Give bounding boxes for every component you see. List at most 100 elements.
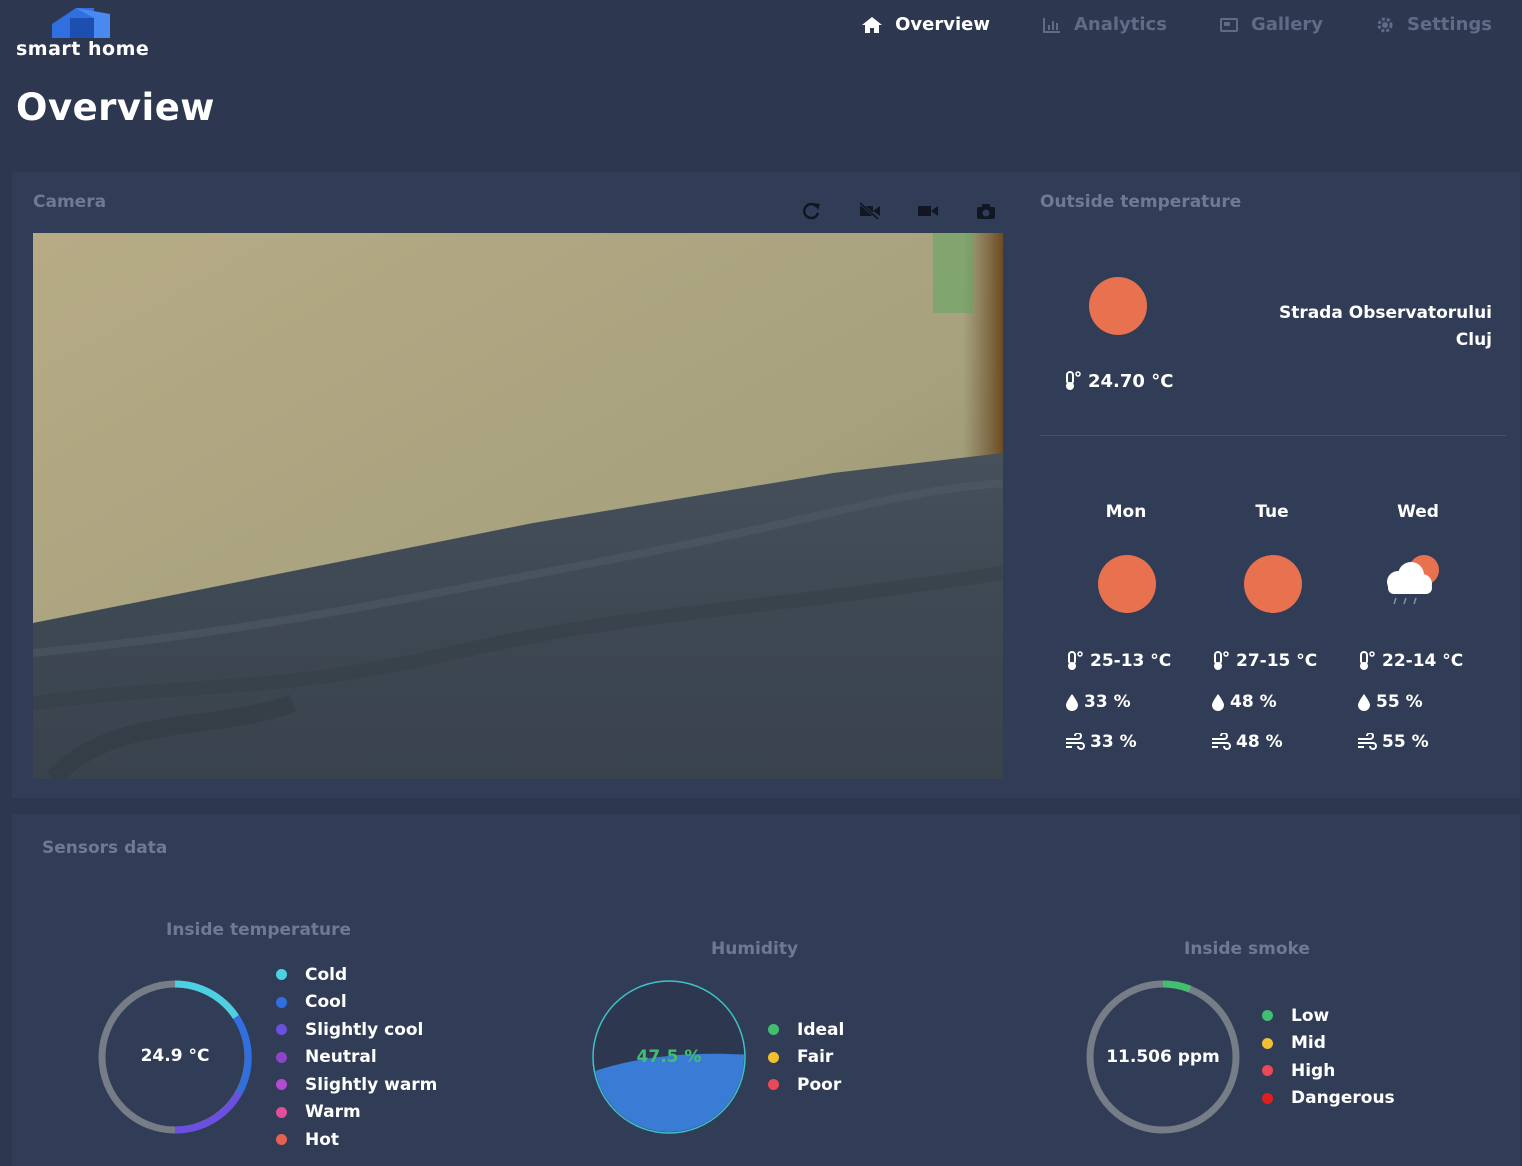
sun-icon: [1244, 555, 1302, 613]
cloud-sun-icon: [1387, 555, 1439, 605]
legend-item-hot: Hot: [276, 1126, 437, 1154]
logo-text: smart home: [16, 38, 150, 60]
forecast-wind: 33 %: [1064, 732, 1137, 752]
forecast-wind-value: 33 %: [1090, 732, 1137, 752]
legend-dot: [276, 1051, 287, 1063]
forecast-humidity-value: 48 %: [1230, 692, 1277, 712]
forecast-temp-value: 22-14 °C: [1382, 651, 1464, 671]
legend-dot: [1262, 1092, 1273, 1104]
droplet-icon: [1066, 694, 1078, 711]
forecast-day-name: Tue: [1255, 502, 1289, 522]
legend-label: Low: [1291, 1005, 1330, 1026]
legend-label: Dangerous: [1291, 1088, 1395, 1109]
forecast-temp: 25-13 °C: [1064, 650, 1171, 672]
legend-label: Warm: [305, 1102, 361, 1123]
legend-item-slightly-cool: Slightly cool: [276, 1016, 437, 1044]
camera-image: [33, 233, 1003, 779]
nav-settings-label: Settings: [1407, 14, 1492, 35]
inside-smoke-title: Inside smoke: [1184, 939, 1310, 959]
gallery-icon: [1219, 17, 1238, 32]
video-off-icon: [859, 202, 880, 220]
refresh-button[interactable]: [798, 200, 826, 222]
legend-label: Fair: [797, 1047, 834, 1068]
gauge-arc-slightly-cool: [174, 1091, 243, 1134]
droplet-icon: [1212, 694, 1224, 711]
forecast-wind-value: 55 %: [1382, 732, 1429, 752]
location: Strada Observatorului Cluj: [1192, 300, 1492, 354]
nav-gallery[interactable]: Gallery: [1219, 14, 1323, 35]
legend-dot: [1262, 1010, 1273, 1022]
main-nav: Overview Analytics Gallery Settings: [861, 14, 1492, 35]
legend-label: Poor: [797, 1074, 842, 1095]
thermometer-icon: [1360, 651, 1375, 670]
legend-dot: [276, 1106, 287, 1118]
location-street: Strada Observatorului: [1278, 303, 1492, 323]
wind-icon: [1066, 733, 1085, 750]
nav-settings[interactable]: Settings: [1375, 14, 1492, 35]
weather-divider: [1040, 435, 1506, 436]
legend-dot: [276, 1079, 287, 1091]
forecast-day-name: Wed: [1397, 502, 1439, 522]
legend-dot: [276, 1134, 287, 1146]
sun-icon: [1098, 555, 1156, 613]
video-camera-icon: [918, 206, 938, 216]
humidity-title: Humidity: [711, 939, 799, 959]
humidity-legend: Ideal Fair Poor: [768, 1016, 844, 1099]
forecast-humidity: 55 %: [1356, 692, 1423, 712]
location-city: Cluj: [1455, 330, 1492, 350]
legend-item-warm: Warm: [276, 1099, 437, 1127]
refresh-icon: [803, 202, 820, 220]
legend-dot: [1262, 1065, 1273, 1077]
thermometer-icon: [1066, 371, 1081, 390]
forecast-humidity: 33 %: [1064, 692, 1131, 712]
camera-icon: [977, 204, 995, 219]
current-temperature-value: 24.70 °C: [1088, 370, 1174, 392]
legend-label: Ideal: [797, 1019, 845, 1040]
thermometer-icon: [1068, 651, 1083, 670]
forecast-temp-value: 25-13 °C: [1090, 651, 1172, 671]
legend-item-fair: Fair: [768, 1044, 844, 1072]
nav-analytics-label: Analytics: [1073, 14, 1167, 35]
forecast-temp: 22-14 °C: [1356, 650, 1463, 672]
humidity-value: 47.5 %: [636, 1047, 702, 1067]
forecast-day-name: Mon: [1105, 502, 1147, 522]
droplet-icon: [1358, 694, 1370, 711]
inside-temperature-title: Inside temperature: [166, 920, 352, 940]
legend-label: Neutral: [305, 1047, 377, 1068]
wind-icon: [1212, 733, 1231, 750]
legend-item-low: Low: [1262, 1002, 1395, 1030]
legend-label: Slightly warm: [305, 1074, 438, 1095]
top-bar: smart home Overview Analytics Gallery Se…: [0, 0, 1522, 80]
inside-smoke-legend: Low Mid High Dangerous: [1262, 1002, 1395, 1112]
camera-feed[interactable]: [33, 233, 1003, 779]
stop-video-button[interactable]: [856, 200, 884, 222]
sun-icon: [1089, 277, 1147, 335]
app-logo[interactable]: smart home: [14, 4, 164, 64]
gauge-arc-low: [1162, 980, 1192, 993]
legend-label: High: [1291, 1060, 1336, 1081]
record-video-button[interactable]: [914, 200, 942, 222]
wind-icon: [1358, 733, 1377, 750]
forecast-wind-value: 48 %: [1236, 732, 1283, 752]
sensors-label: Sensors data: [42, 838, 168, 858]
nav-analytics[interactable]: Analytics: [1042, 14, 1167, 35]
legend-dot: [768, 1079, 779, 1091]
forecast-humidity: 48 %: [1210, 692, 1277, 712]
legend-dot: [1262, 1037, 1273, 1049]
legend-label: Slightly cool: [305, 1019, 424, 1040]
thermometer-icon: [1214, 651, 1229, 670]
gauge-arc-cold: [174, 980, 239, 1019]
legend-item-cool: Cool: [276, 989, 437, 1017]
forecast-wind: 48 %: [1210, 732, 1283, 752]
legend-label: Hot: [305, 1129, 340, 1150]
legend-label: Cool: [305, 992, 347, 1013]
home-icon: [862, 16, 883, 33]
nav-gallery-label: Gallery: [1250, 14, 1324, 35]
inside-smoke-value: 11.506 ppm: [1106, 1047, 1220, 1067]
snapshot-button[interactable]: [972, 200, 1000, 222]
camera-label: Camera: [33, 192, 107, 212]
forecast-humidity-value: 33 %: [1084, 692, 1131, 712]
page-title: Overview: [16, 86, 215, 129]
legend-dot: [276, 996, 287, 1008]
nav-overview[interactable]: Overview: [861, 14, 990, 35]
